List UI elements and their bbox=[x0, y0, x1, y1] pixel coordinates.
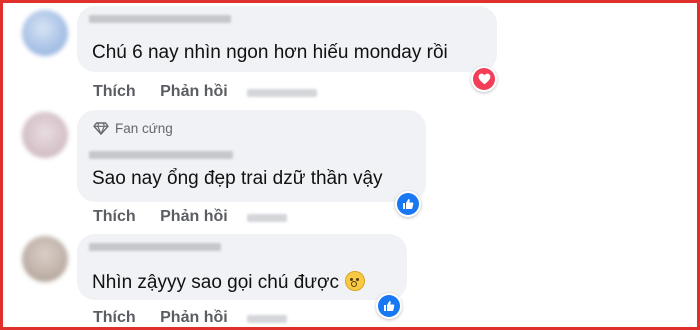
blurred-timestamp bbox=[247, 315, 287, 323]
like-reaction[interactable] bbox=[395, 191, 421, 217]
comment-actions: Thích Phản hồi bbox=[93, 309, 228, 327]
heart-icon bbox=[473, 68, 495, 90]
comment-text: Nhìn zậyyy sao gọi chú được bbox=[92, 271, 365, 294]
like-reaction[interactable] bbox=[376, 293, 402, 319]
hushed-face-emoji-icon bbox=[344, 271, 365, 291]
comment-text: Sao nay ổng đẹp trai dzữ thần vậy bbox=[92, 168, 383, 189]
like-button[interactable]: Thích bbox=[93, 83, 136, 101]
blurred-timestamp bbox=[247, 89, 317, 97]
comment-text: Chú 6 nay nhìn ngon hơn hiếu monday rồi bbox=[92, 42, 448, 63]
thumbs-up-icon bbox=[397, 193, 419, 215]
comment-bubble: Nhìn zậyyy sao gọi chú được bbox=[77, 234, 407, 300]
reply-button[interactable]: Phản hồi bbox=[160, 83, 228, 101]
avatar[interactable] bbox=[22, 112, 68, 158]
reply-button[interactable]: Phản hồi bbox=[160, 208, 228, 226]
diamond-icon bbox=[93, 122, 109, 135]
avatar[interactable] bbox=[22, 236, 68, 282]
thumbs-up-icon bbox=[378, 295, 400, 317]
comment-bubble: Fan cứng Sao nay ổng đẹp trai dzữ thần v… bbox=[77, 110, 426, 202]
avatar[interactable] bbox=[22, 10, 68, 56]
like-button[interactable]: Thích bbox=[93, 309, 136, 327]
comment-bubble: Chú 6 nay nhìn ngon hơn hiếu monday rồi bbox=[77, 6, 497, 72]
blurred-author-name[interactable] bbox=[89, 151, 233, 159]
blurred-timestamp bbox=[247, 214, 287, 222]
like-button[interactable]: Thích bbox=[93, 208, 136, 226]
comment-actions: Thích Phản hồi bbox=[93, 83, 228, 101]
blurred-author-name[interactable] bbox=[89, 243, 221, 251]
blurred-author-name[interactable] bbox=[89, 15, 231, 23]
fan-badge: Fan cứng bbox=[93, 121, 173, 136]
comment-actions: Thích Phản hồi bbox=[93, 208, 228, 226]
badge-label: Fan cứng bbox=[115, 121, 173, 136]
reply-button[interactable]: Phản hồi bbox=[160, 309, 228, 327]
love-reaction[interactable] bbox=[471, 66, 497, 92]
